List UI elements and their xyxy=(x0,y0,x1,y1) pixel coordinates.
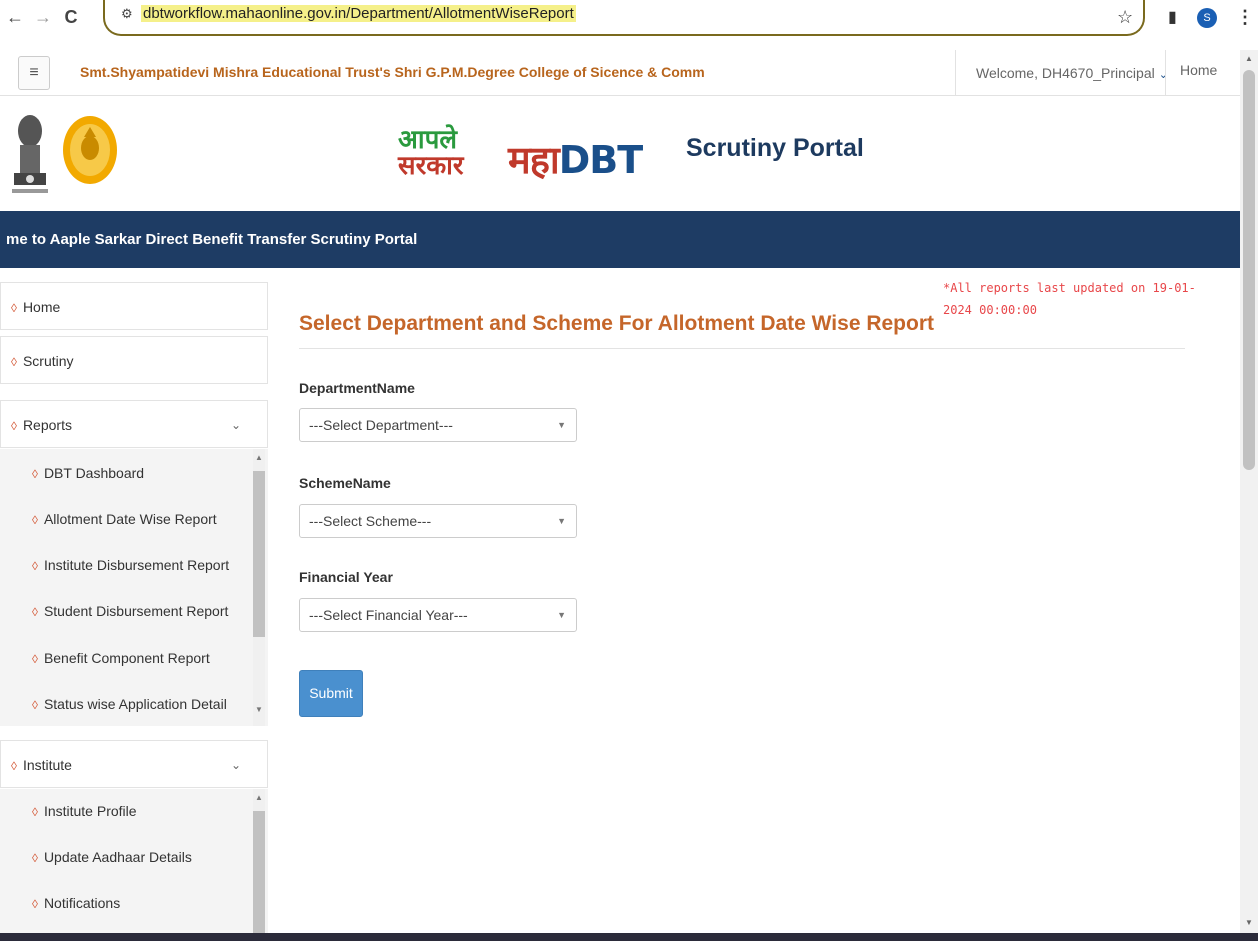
sidebar-item-institute[interactable]: ◊ Institute ⌄ xyxy=(0,740,268,788)
department-select-value: ---Select Department--- xyxy=(309,417,453,433)
url-text[interactable]: dbtworkflow.mahaonline.gov.in/Department… xyxy=(141,5,576,22)
sidebar-item-institute-profile[interactable]: ◊ Institute Profile xyxy=(32,803,137,819)
diamond-arrow-icon: ◊ xyxy=(32,652,38,666)
aaple-sarkar-logo: आपले सरकार xyxy=(398,127,464,179)
sidebar-item-label: Allotment Date Wise Report xyxy=(43,511,217,527)
top-header: ≡ Smt.Shyampatidevi Mishra Educational T… xyxy=(0,50,1240,96)
dropdown-arrow-icon: ▼ xyxy=(557,516,566,526)
reports-scrollbar-thumb[interactable] xyxy=(253,471,265,637)
diamond-arrow-icon: ◊ xyxy=(11,419,17,433)
mahadbt-logo: महाDBT xyxy=(508,133,643,185)
diamond-arrow-icon: ◊ xyxy=(32,698,38,712)
scroll-up-arrow-icon[interactable]: ▲ xyxy=(1240,54,1258,63)
sidebar-item-label: Update Aadhaar Details xyxy=(43,849,192,865)
sidebar-item-scrutiny[interactable]: ◊ Scrutiny xyxy=(0,336,268,384)
department-select[interactable]: ---Select Department--- ▼ xyxy=(299,408,577,442)
browser-toolbar: ← → C ⚙ dbtworkflow.mahaonline.gov.in/De… xyxy=(0,0,1258,38)
site-settings-icon[interactable]: ⚙ xyxy=(121,6,133,22)
profile-avatar[interactable]: S xyxy=(1197,8,1217,28)
sidebar-item-label: DBT Dashboard xyxy=(43,465,145,481)
sidebar-item-benefit-component-report[interactable]: ◊ Benefit Component Report xyxy=(32,650,210,666)
address-bar[interactable]: ⚙ dbtworkflow.mahaonline.gov.in/Departme… xyxy=(103,0,1145,36)
scroll-up-arrow-icon[interactable]: ▲ xyxy=(253,793,265,802)
browser-menu-icon[interactable]: ⋮ xyxy=(1236,7,1254,28)
scroll-down-arrow-icon[interactable]: ▼ xyxy=(1240,918,1258,927)
diamond-arrow-icon: ◊ xyxy=(32,513,38,527)
diamond-arrow-icon: ◊ xyxy=(32,897,38,911)
bookmark-star-icon[interactable]: ☆ xyxy=(1117,7,1133,28)
diamond-arrow-icon: ◊ xyxy=(11,759,17,773)
sidebar-item-label: Notifications xyxy=(43,895,121,911)
institute-submenu: ◊ Institute Profile ◊ Update Aadhaar Detai… xyxy=(0,789,268,941)
diamond-arrow-icon: ◊ xyxy=(32,605,38,619)
os-taskbar xyxy=(0,933,1258,941)
diamond-arrow-icon: ◊ xyxy=(11,301,17,315)
sidebar-item-label: Student Disbursement Report xyxy=(43,603,229,619)
sidebar-item-status-wise-application-detail[interactable]: ◊ Status wise Application Detail xyxy=(32,696,227,712)
diamond-arrow-icon: ◊ xyxy=(32,805,38,819)
sidebar-item-label: Status wise Application Detail xyxy=(43,696,227,712)
diamond-arrow-icon: ◊ xyxy=(32,851,38,865)
sarkar-text: सरकार xyxy=(398,151,464,181)
back-icon[interactable]: ← xyxy=(4,6,26,28)
diamond-arrow-icon: ◊ xyxy=(32,559,38,573)
sidebar: ◊ Home ◊ Scrutiny ◊ Reports ⌄ ◊ DBT Dashboar… xyxy=(0,268,270,941)
sidebar-item-notifications[interactable]: ◊ Notifications xyxy=(32,895,120,911)
maharashtra-seal-icon xyxy=(63,116,117,184)
aaple-text: आपले xyxy=(398,125,457,155)
hamburger-menu-icon[interactable]: ≡ xyxy=(18,56,50,90)
welcome-marquee: me to Aaple Sarkar Direct Benefit Transf… xyxy=(0,211,1240,268)
sidebar-item-home[interactable]: ◊ Home xyxy=(0,282,268,330)
sidebar-item-reports[interactable]: ◊ Reports ⌄ xyxy=(0,400,268,448)
home-link[interactable]: Home xyxy=(1165,50,1230,96)
sidebar-item-student-disbursement-report[interactable]: ◊ Student Disbursement Report xyxy=(32,603,228,619)
chevron-down-icon: ⌄ xyxy=(230,758,241,772)
sidebar-item-allotment-date-wise-report[interactable]: ◊ Allotment Date Wise Report xyxy=(32,511,217,527)
reload-icon[interactable]: C xyxy=(60,6,82,28)
page-title: Select Department and Scheme For Allotme… xyxy=(299,312,935,335)
sidebar-item-update-aadhaar-details[interactable]: ◊ Update Aadhaar Details xyxy=(32,849,192,865)
financial-year-select[interactable]: ---Select Financial Year--- ▼ xyxy=(299,598,577,632)
department-label: DepartmentName xyxy=(299,380,415,396)
sidebar-item-label: Home xyxy=(22,299,61,315)
diamond-arrow-icon: ◊ xyxy=(32,467,38,481)
last-updated-notice: *All reports last updated on 19-01-2024 … xyxy=(943,281,1196,317)
institute-scrollbar-thumb[interactable] xyxy=(253,811,265,941)
dropdown-arrow-icon: ▼ xyxy=(557,420,566,430)
college-name: Smt.Shyampatidevi Mishra Educational Tru… xyxy=(80,64,705,80)
sidebar-item-label: Scrutiny xyxy=(22,353,74,369)
side-panel-icon[interactable]: ▮ xyxy=(1168,7,1177,27)
portal-title: Scrutiny Portal xyxy=(686,134,864,162)
sidebar-item-label: Benefit Component Report xyxy=(43,650,210,666)
sidebar-item-label: Institute Profile xyxy=(43,803,137,819)
sidebar-item-label: Reports xyxy=(22,417,72,433)
scheme-select[interactable]: ---Select Scheme--- ▼ xyxy=(299,504,577,538)
logo-banner: आपले सरकार महाDBT Scrutiny Portal xyxy=(0,97,1240,211)
user-menu[interactable]: Welcome, DH4670_Principal ⌄ xyxy=(955,50,1168,96)
sidebar-item-institute-disbursement-report[interactable]: ◊ Institute Disbursement Report xyxy=(32,557,229,573)
scheme-label: SchemeName xyxy=(299,475,391,491)
maha-text: महा xyxy=(508,138,560,182)
submit-button[interactable]: Submit xyxy=(299,670,363,717)
page-scrollbar-thumb[interactable] xyxy=(1243,70,1255,470)
sidebar-item-label: Institute Disbursement Report xyxy=(43,557,230,573)
scheme-select-value: ---Select Scheme--- xyxy=(309,513,432,529)
forward-icon[interactable]: → xyxy=(32,6,54,28)
dropdown-arrow-icon: ▼ xyxy=(557,610,566,620)
welcome-text: Welcome, DH4670_Principal xyxy=(976,65,1155,81)
sidebar-item-dbt-dashboard[interactable]: ◊ DBT Dashboard xyxy=(32,465,144,481)
heading-divider xyxy=(299,348,1185,349)
chevron-down-icon: ⌄ xyxy=(230,418,241,432)
scroll-up-arrow-icon[interactable]: ▲ xyxy=(253,453,265,462)
financial-year-select-value: ---Select Financial Year--- xyxy=(309,607,468,623)
reports-submenu: ◊ DBT Dashboard ◊ Allotment Date Wise Repo… xyxy=(0,449,268,726)
scroll-down-arrow-icon[interactable]: ▼ xyxy=(253,705,265,714)
sidebar-item-label: Institute xyxy=(22,757,72,773)
diamond-arrow-icon: ◊ xyxy=(11,355,17,369)
financial-year-label: Financial Year xyxy=(299,569,393,585)
dbt-text: DBT xyxy=(558,138,643,182)
national-emblem-icon xyxy=(12,115,48,193)
